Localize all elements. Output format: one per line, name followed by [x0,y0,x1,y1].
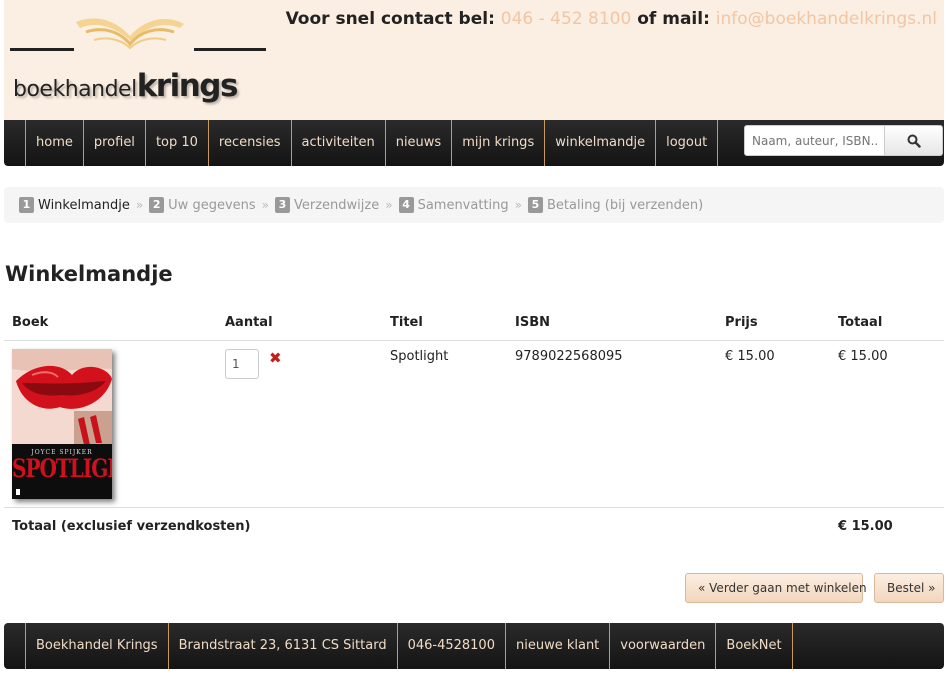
logo-text-light: boekhandel [13,77,137,102]
table-row: JOYCE SPIJKER SPOTLIGHT ✖ Spotlight 9789… [4,340,944,508]
col-header-book: Boek [4,305,217,341]
footer-link-boeknet[interactable]: BoekNet [716,623,793,669]
cell-total: € 15.00 [830,340,944,508]
col-header-quantity: Aantal [217,305,382,341]
step-uw-gegevens: 2 Uw gegevens » [149,197,275,213]
nav-top-10[interactable]: top 10 [146,120,209,166]
site-footer: Boekhandel Krings Brandstraat 23, 6131 C… [4,623,944,669]
continue-shopping-button[interactable]: « Verder gaan met winkelen [685,573,867,603]
site-header: boekhandelkrings Voor snel contact bel: … [4,0,944,120]
order-button[interactable]: Bestel » [874,573,944,603]
nav-profiel[interactable]: profiel [84,120,146,166]
step-samenvatting: 4 Samenvatting » [398,197,528,213]
nav-logout[interactable]: logout [656,120,719,166]
step-number: 4 [398,197,414,213]
quantity-control: ✖ [225,348,374,379]
footer-link-voorwaarden[interactable]: voorwaarden [610,623,717,669]
search-form [744,125,943,156]
step-separator: » [261,198,269,212]
cell-title: Spotlight [382,340,507,508]
nav-winkelmandje[interactable]: winkelmandje [545,120,657,166]
total-label: Totaal (exclusief verzendkosten) [12,518,251,534]
nav-activiteiten[interactable]: activiteiten [292,120,386,166]
search-icon [907,134,921,148]
main-navbar: home profiel top 10 recensies activiteit… [4,120,944,166]
col-header-price: Prijs [717,305,830,341]
cell-book: JOYCE SPIJKER SPOTLIGHT [4,340,217,508]
cell-isbn: 9789022568095 [507,340,717,508]
search-input[interactable] [744,125,885,156]
step-number: 3 [275,197,290,213]
footer-item-address: Brandstraat 23, 6131 CS Sittard [169,623,398,669]
nav-nieuws[interactable]: nieuws [386,120,453,166]
col-header-total: Totaal [830,305,944,341]
logo-text-bold: krings [136,68,239,104]
contact-info: Voor snel contact bel: 046 - 452 8100 of… [286,9,937,29]
contact-prefix: Voor snel contact bel: [285,9,495,29]
close-icon[interactable]: ✖ [269,349,282,367]
contact-email[interactable]: info@boekhandelkrings.nl [716,9,937,29]
cart-total-row: Totaal (exclusief verzendkosten) € 15.00 [4,507,944,545]
contact-phone[interactable]: 046 - 452 8100 [501,9,632,29]
nav-mijn-krings[interactable]: mijn krings [452,120,546,166]
total-value: € 15.00 [838,518,893,534]
step-betaling: 5 Betaling (bij verzenden) [527,197,704,213]
cart-table: Boek Aantal Titel ISBN Prijs Totaal JOYC… [4,305,944,545]
footer-nav: Boekhandel Krings Brandstraat 23, 6131 C… [25,623,793,669]
footer-item-phone: 046-4528100 [398,623,506,669]
step-label: Winkelmandje [38,197,130,213]
col-header-isbn: ISBN [507,305,717,341]
step-number: 2 [149,197,165,213]
nav-recensies[interactable]: recensies [209,120,292,166]
step-label: Verzendwijze [294,197,380,213]
step-separator: » [514,198,522,212]
main-nav: home profiel top 10 recensies activiteit… [25,120,719,166]
page-title: Winkelmandje [5,262,173,286]
cell-price: € 15.00 [717,340,830,508]
book-cover[interactable]: JOYCE SPIJKER SPOTLIGHT [12,348,112,499]
step-label: Uw gegevens [168,197,256,213]
step-winkelmandje: 1 Winkelmandje » [19,197,149,213]
nav-home[interactable]: home [26,120,84,166]
step-label: Samenvatting [417,197,509,213]
checkout-steps: 1 Winkelmandje » 2 Uw gegevens » 3 Verze… [4,187,944,223]
col-header-title: Titel [382,305,507,341]
footer-item-shop-name: Boekhandel Krings [26,623,169,669]
logo-text: boekhandelkrings [13,68,239,104]
search-button[interactable] [885,125,943,156]
step-separator: » [135,198,144,212]
logo[interactable]: boekhandelkrings [8,14,270,104]
footer-link-nieuwe-klant[interactable]: nieuwe klant [506,623,611,669]
step-label: Betaling (bij verzenden) [546,197,704,213]
cart-header-row: Boek Aantal Titel ISBN Prijs Totaal [4,305,944,341]
quantity-input[interactable] [225,348,259,379]
step-verzendwijze: 3 Verzendwijze » [275,197,399,213]
contact-middle: of mail: [637,9,710,29]
cell-quantity: ✖ [217,340,382,508]
step-number: 1 [19,197,34,213]
step-number: 5 [527,197,543,213]
cover-title: SPOTLIGHT [12,452,112,483]
step-separator: » [385,198,393,212]
